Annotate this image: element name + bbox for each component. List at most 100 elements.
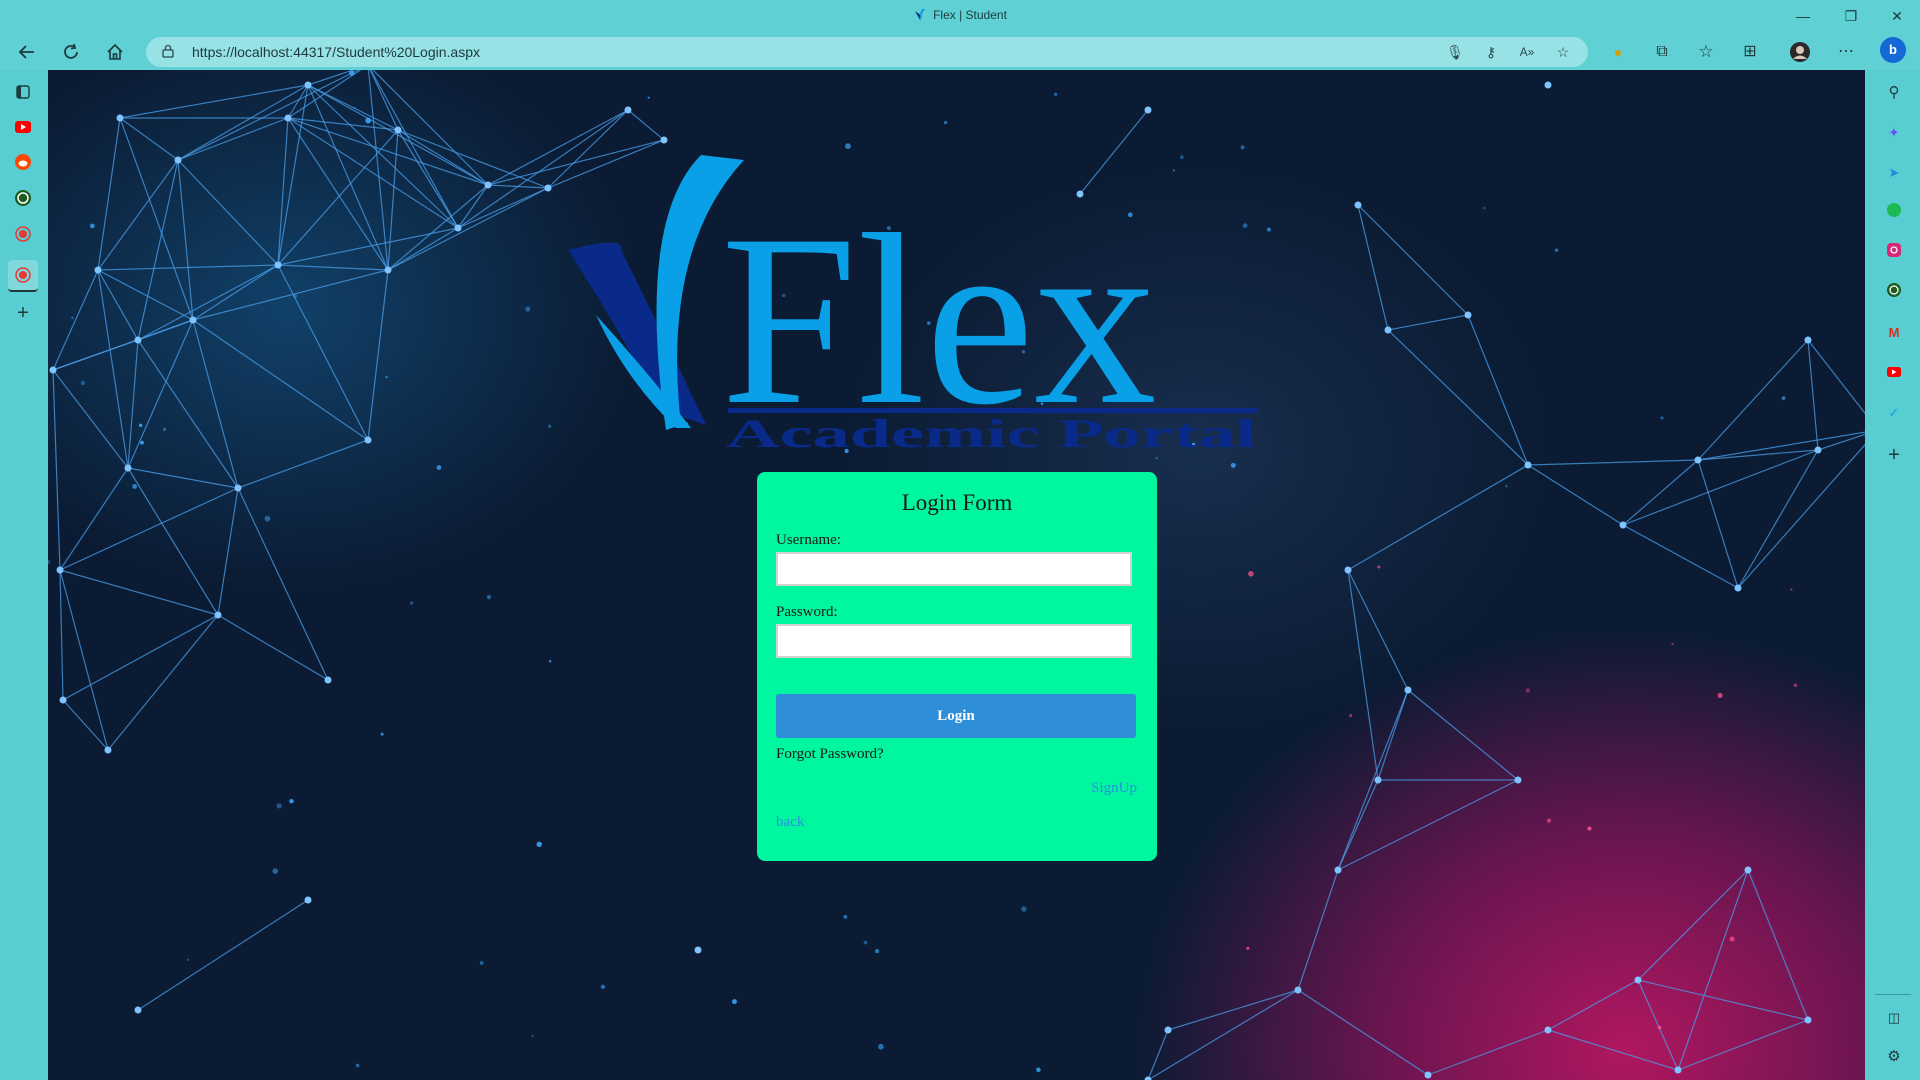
network-line (1357, 204, 1469, 316)
settings-icon[interactable]: ⚙ (1883, 1046, 1905, 1068)
telegram-icon[interactable]: ➤ (1883, 162, 1905, 184)
sparkle-dot (48, 560, 51, 564)
username-input[interactable] (776, 552, 1132, 586)
youtube-icon[interactable] (12, 118, 34, 140)
signup-link[interactable]: SignUp (1091, 780, 1137, 797)
sparkle-dot (878, 1043, 884, 1050)
favorite-add-icon[interactable]: ☆ (1552, 41, 1574, 63)
address-bar[interactable]: https://localhost:44317/Student%20Login.… (146, 37, 1588, 67)
sparkle-dot (1660, 416, 1664, 420)
record-icon[interactable] (12, 226, 34, 248)
network-node (56, 566, 64, 574)
add-sidebar-icon[interactable]: + (1883, 444, 1905, 466)
network-node (694, 946, 702, 954)
network-node (1634, 976, 1642, 984)
sparkle-dot (874, 948, 880, 954)
network-node (234, 484, 242, 492)
back-icon[interactable] (13, 38, 41, 66)
network-line (1807, 339, 1819, 451)
forgot-password-link[interactable]: Forgot Password? (776, 746, 884, 763)
whatsapp-icon[interactable] (12, 190, 34, 212)
network-node (1619, 521, 1627, 529)
microphone-icon[interactable]: 🎙 (1444, 41, 1466, 63)
network-line (127, 467, 239, 489)
maximize-button[interactable]: ❐ (1828, 0, 1874, 34)
network-line (137, 339, 239, 489)
network-line (59, 569, 64, 701)
record-active-tab[interactable] (8, 260, 38, 292)
app-icon[interactable]: ✓ (1883, 402, 1905, 424)
reddit-icon[interactable] (12, 154, 34, 176)
profile-avatar[interactable] (1786, 38, 1814, 66)
sparkle-dot (843, 914, 848, 919)
network-node (1544, 1026, 1552, 1034)
network-node (1144, 1076, 1152, 1080)
sidebar-toggle-icon[interactable]: ◫ (1883, 1007, 1905, 1029)
network-line (287, 117, 489, 186)
home-icon[interactable] (101, 38, 129, 66)
sparkle-dot (731, 999, 737, 1005)
refresh-icon[interactable] (57, 38, 85, 66)
network-line (1527, 464, 1624, 526)
sparkle-dot (80, 380, 86, 386)
sparkle-dot (1483, 206, 1486, 210)
lock-icon[interactable] (162, 44, 174, 58)
login-button[interactable]: Login (776, 694, 1136, 738)
more-icon[interactable]: ⋯ (1832, 38, 1860, 66)
sparkle-dot (349, 70, 355, 76)
network-node (384, 266, 392, 274)
network-line (137, 899, 309, 1011)
network-node (174, 156, 182, 164)
sparkle-dot (272, 868, 279, 874)
sparkle-dot (1230, 462, 1236, 468)
sparkle-dot (1657, 1025, 1662, 1030)
extensions-icon[interactable]: ⧉ (1648, 38, 1676, 66)
network-line (1147, 989, 1299, 1080)
gmail-icon[interactable]: M (1883, 322, 1905, 344)
close-window-button[interactable]: ✕ (1874, 0, 1920, 34)
network-line (1637, 869, 1749, 981)
read-aloud-icon[interactable]: A» (1516, 41, 1538, 63)
bing-icon[interactable]: b (1880, 37, 1906, 63)
network-line (277, 264, 369, 441)
network-line (97, 117, 121, 271)
add-tab-icon[interactable]: + (12, 302, 34, 324)
sparkle-dot (1525, 688, 1530, 693)
tab-actions-icon[interactable] (12, 84, 34, 106)
sparkle-dot (89, 223, 95, 229)
sparkle-dot (525, 306, 531, 312)
network-line (277, 264, 389, 271)
collections-icon[interactable]: ⊞ (1736, 38, 1764, 66)
network-line (1387, 314, 1469, 331)
network-line (217, 614, 329, 681)
network-node (1334, 866, 1342, 874)
youtube-sidebar-icon[interactable] (1883, 362, 1905, 384)
network-node (1424, 1071, 1432, 1079)
password-input[interactable] (776, 624, 1132, 658)
network-line (387, 184, 489, 271)
spotify-icon[interactable] (1883, 202, 1905, 224)
network-line (1347, 569, 1379, 781)
network-node (624, 106, 632, 114)
browser-window: Flex | Student — ❐ ✕ https://localhost:4… (0, 0, 1920, 1080)
back-link[interactable]: back (776, 814, 804, 831)
sparkle-dot (276, 803, 282, 809)
network-line (192, 319, 369, 441)
network-line (177, 159, 279, 266)
copilot-icon[interactable]: ✦ (1883, 122, 1905, 144)
network-node (544, 184, 552, 192)
network-line (307, 84, 399, 131)
search-icon[interactable]: ⚲ (1883, 82, 1905, 104)
sparkle-dot (1054, 92, 1058, 96)
network-line (1297, 869, 1339, 991)
instagram-icon[interactable] (1883, 242, 1905, 264)
whatsapp-sidebar-icon[interactable] (1883, 282, 1905, 304)
network-line (287, 117, 459, 229)
favorites-icon[interactable]: ☆ (1692, 38, 1720, 66)
network-node (1384, 326, 1392, 334)
minimize-button[interactable]: — (1780, 0, 1826, 34)
url-text[interactable]: https://localhost:44317/Student%20Login.… (192, 44, 480, 60)
key-icon[interactable]: ⚷ (1480, 41, 1502, 63)
extension-icon[interactable]: ● (1604, 38, 1632, 66)
network-node (364, 436, 372, 444)
